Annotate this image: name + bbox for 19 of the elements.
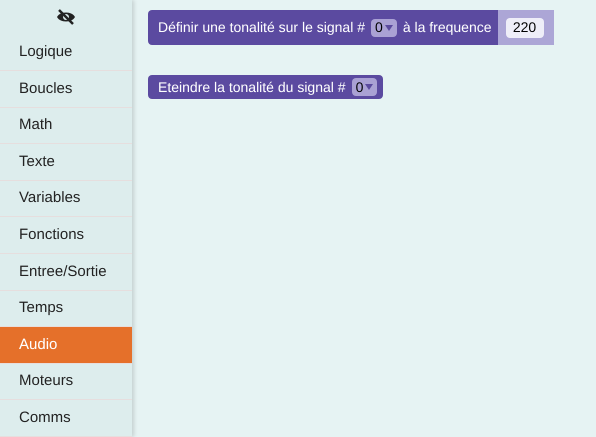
category-item[interactable]: Boucles [0, 71, 132, 108]
hidden-eye-icon[interactable] [56, 9, 76, 26]
category-item[interactable]: Comms [0, 400, 132, 437]
block-label: à la frequence [402, 18, 492, 37]
category-item[interactable]: Moteurs [0, 364, 132, 400]
caret-icon [365, 84, 374, 90]
block-label: Eteindre la tonalité du signal # [158, 78, 346, 97]
category-item[interactable]: Texte [0, 144, 132, 181]
category-item[interactable]: Math [0, 108, 132, 144]
caret-icon [384, 24, 393, 30]
category-item[interactable]: Logique [0, 34, 132, 72]
signal-dropdown[interactable]: 0 [352, 78, 378, 96]
block-label: Définir une tonalité sur le signal # [158, 18, 366, 37]
frequency-field[interactable]: 220 [506, 18, 544, 38]
category-item[interactable]: Variables [0, 180, 132, 218]
code-block[interactable]: Eteindre la tonalité du signal # 0 [148, 75, 384, 99]
category-item[interactable]: Entree/Sortie [0, 254, 132, 291]
category-item[interactable]: Fonctions [0, 217, 132, 254]
signal-dropdown[interactable]: 0 [371, 18, 397, 36]
